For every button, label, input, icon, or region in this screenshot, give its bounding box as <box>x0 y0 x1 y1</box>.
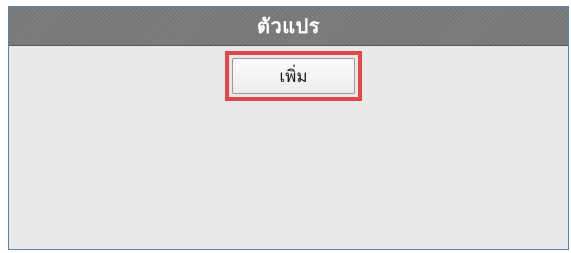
highlight-box: เพิ่ม <box>225 51 362 101</box>
panel-header: ตัวแปร <box>9 7 568 46</box>
variables-panel: ตัวแปร เพิ่ม <box>8 6 569 250</box>
add-button[interactable]: เพิ่ม <box>232 58 355 94</box>
panel-title: ตัวแปร <box>256 14 321 38</box>
